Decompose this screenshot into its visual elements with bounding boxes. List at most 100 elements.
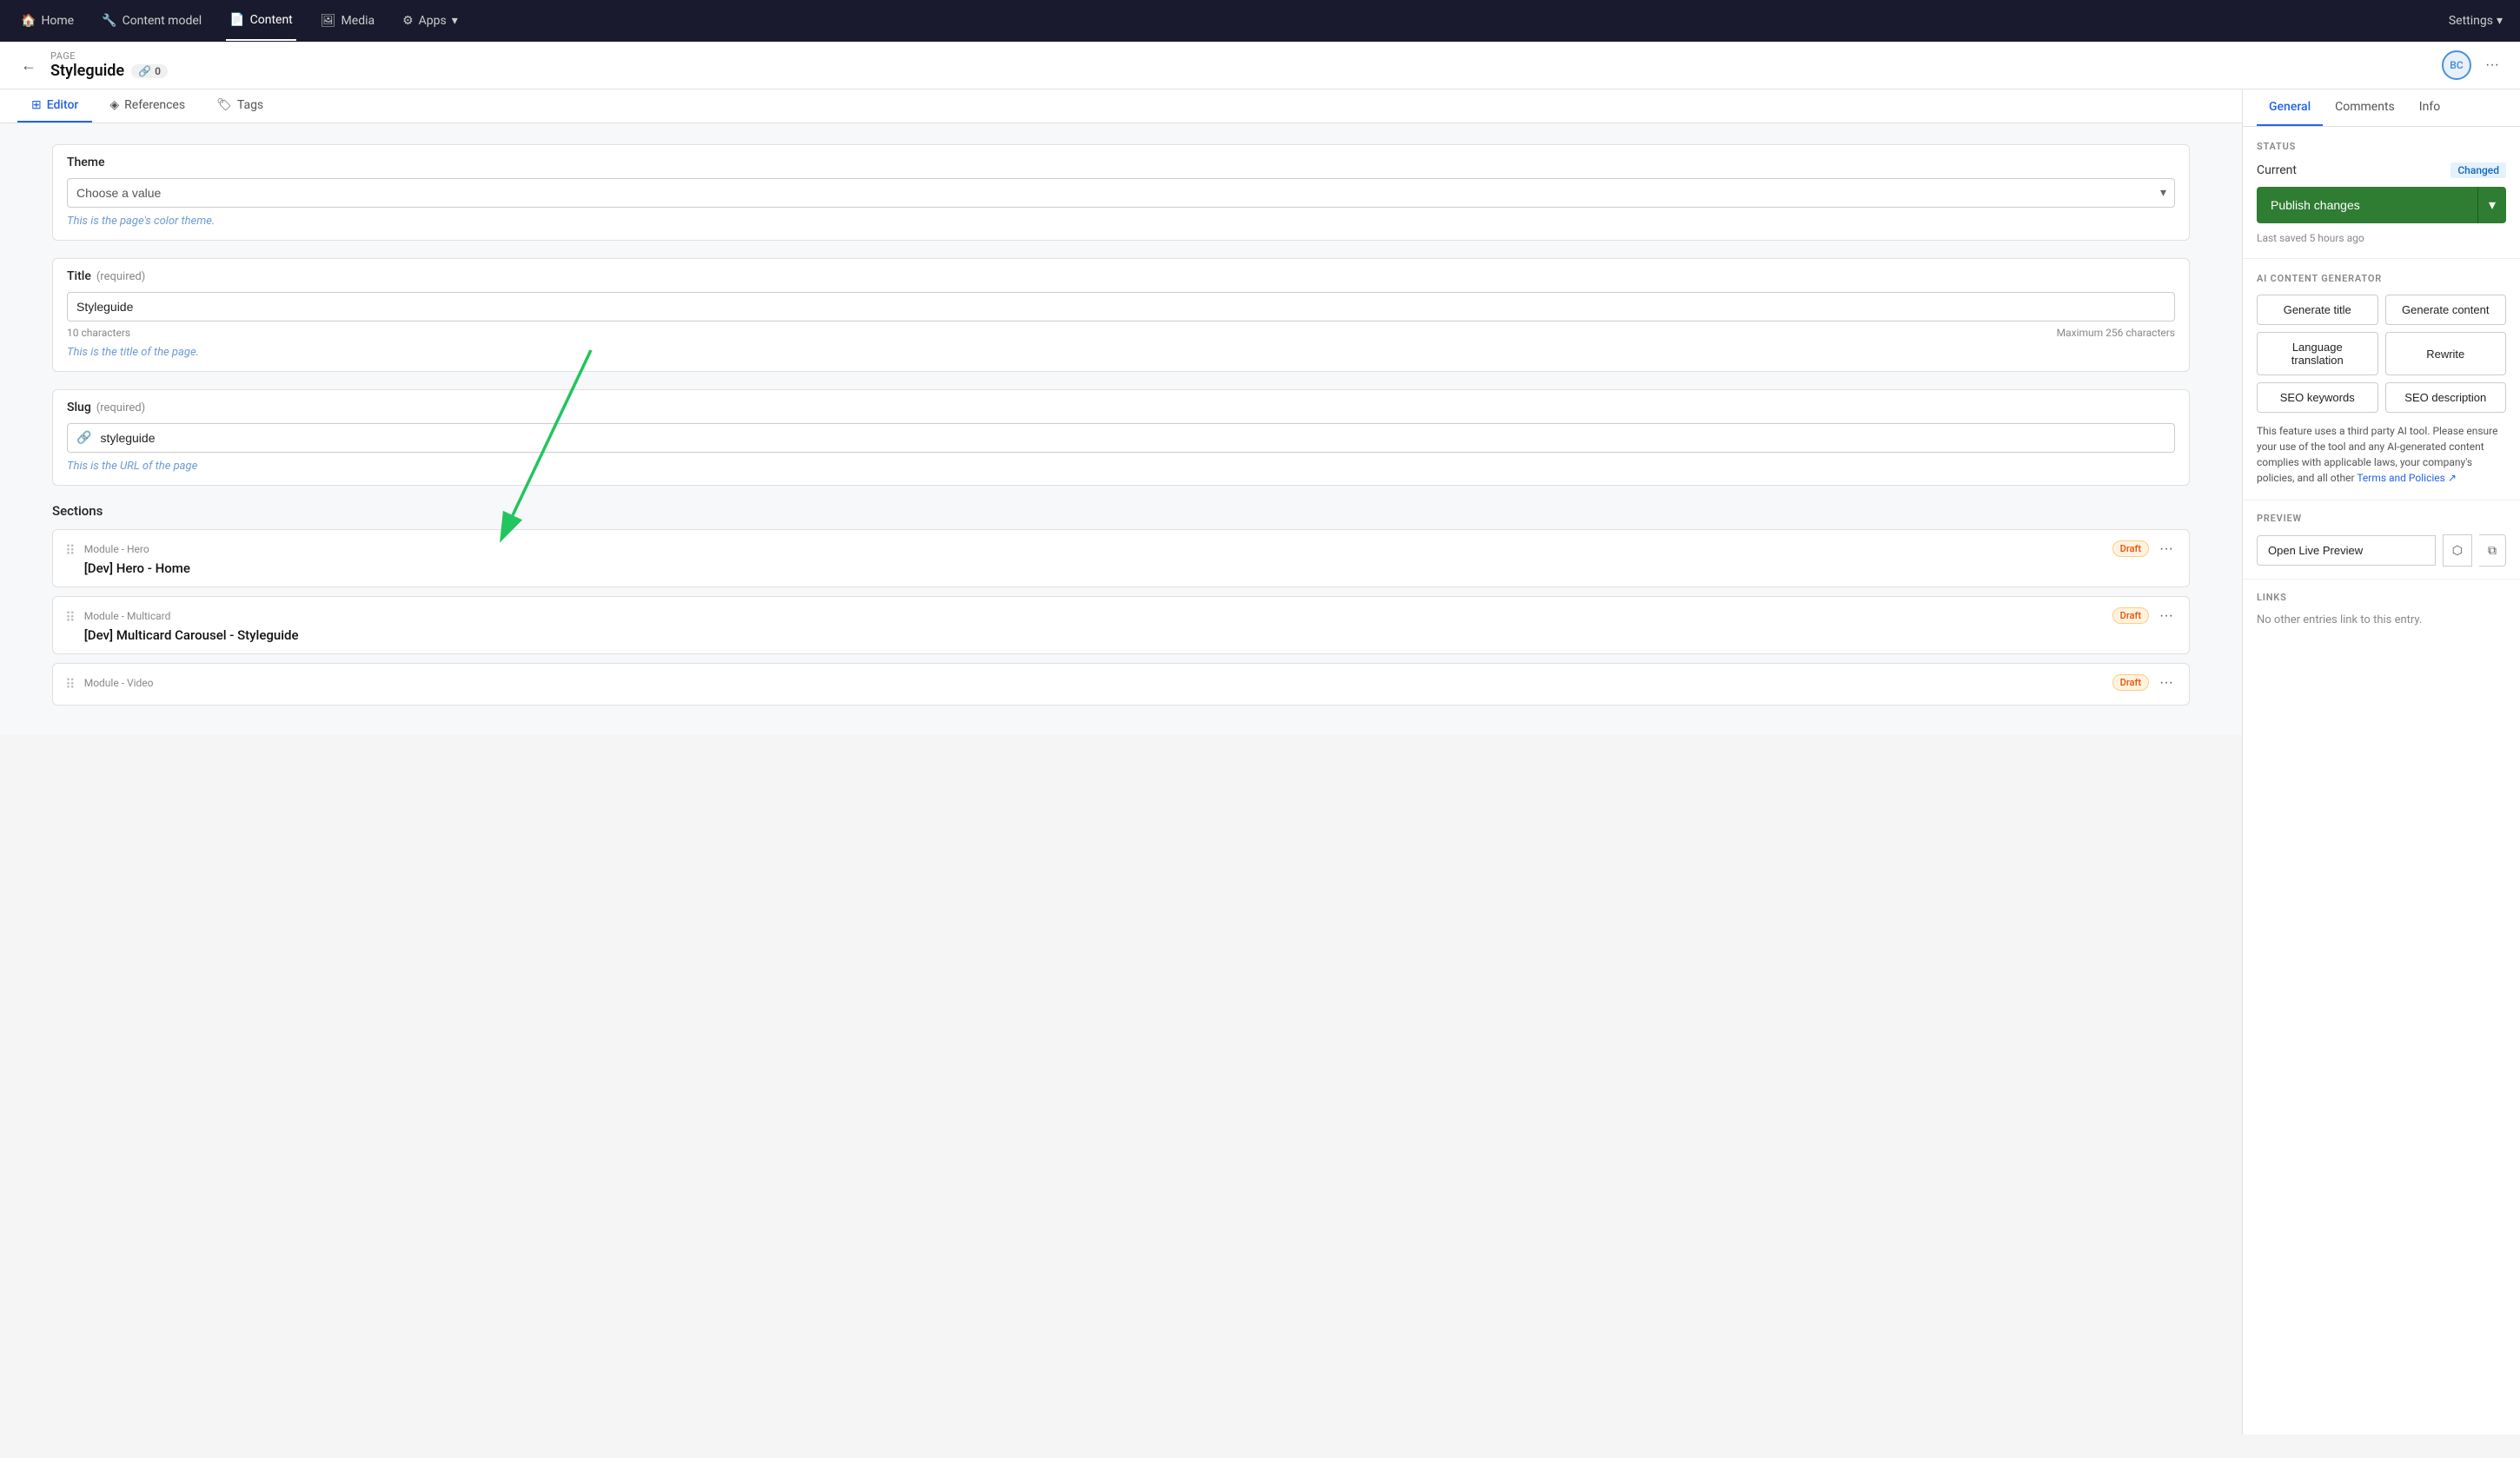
- title-required: (required): [96, 270, 145, 283]
- right-sidebar: General Comments Info STATUS Current Cha…: [2242, 89, 2520, 1435]
- generate-content-button[interactable]: Generate content: [2385, 295, 2507, 325]
- section-more-button[interactable]: ···: [2156, 675, 2177, 691]
- draft-badge: Draft: [2112, 607, 2149, 624]
- links-section-title: LINKS: [2257, 592, 2506, 603]
- nav-media[interactable]: 🖼 Media: [317, 2, 378, 40]
- rewrite-button[interactable]: Rewrite: [2385, 332, 2507, 375]
- generate-title-button[interactable]: Generate title: [2257, 295, 2378, 325]
- slug-input[interactable]: [100, 424, 2174, 452]
- theme-field: Theme Choose a value This is the page's …: [52, 144, 2190, 241]
- publish-btn-wrapper: Publish changes ▾: [2257, 187, 2506, 223]
- tab-bar: ⊞ Editor ◈ References 🏷 Tags: [0, 89, 2242, 123]
- ai-section-title: AI CONTENT GENERATOR: [2257, 273, 2506, 284]
- terms-policies-link[interactable]: Terms and Policies ↗: [2357, 472, 2457, 484]
- section-type: Module - Multicard: [84, 610, 171, 622]
- last-saved-text: Last saved 5 hours ago: [2257, 232, 2506, 244]
- section-item: ⠿ Module - Hero Draft ··· [Dev] Hero - H…: [52, 529, 2190, 587]
- settings-chevron-icon: ▾: [2497, 14, 2503, 28]
- section-actions: Draft ···: [2112, 607, 2177, 624]
- ai-section: AI CONTENT GENERATOR Generate title Gene…: [2243, 259, 2520, 500]
- preview-row: Open Live Preview ⬡ ⧉: [2257, 534, 2506, 567]
- tab-references[interactable]: ◈ References: [96, 89, 199, 123]
- language-translation-button[interactable]: Language translation: [2257, 332, 2378, 375]
- apps-icon: ⚙: [402, 14, 414, 28]
- right-tab-general[interactable]: General: [2257, 89, 2323, 126]
- editor-content: Theme Choose a value This is the page's …: [0, 123, 2242, 735]
- tab-tags[interactable]: 🏷 Tags: [202, 89, 277, 123]
- sub-header: ← Page Styleguide 🔗 0 BC ···: [0, 42, 2520, 89]
- content-icon: 📄: [229, 13, 244, 27]
- links-section: LINKS No other entries link to this entr…: [2243, 580, 2520, 639]
- title-field: Title (required) 10 characters Maximum 2…: [52, 258, 2190, 372]
- external-link-icon: ↗: [2448, 472, 2457, 484]
- sections-container: Sections ⠿ Module - Hero Draft ··· [Dev]…: [52, 503, 2190, 706]
- page-title: Styleguide 🔗 0: [50, 62, 2431, 80]
- page-type-label: Page: [50, 50, 2431, 62]
- publish-button[interactable]: Publish changes: [2257, 187, 2477, 223]
- title-input[interactable]: [67, 292, 2175, 321]
- open-live-preview-button[interactable]: Open Live Preview: [2257, 535, 2436, 566]
- nav-home[interactable]: 🏠 Home: [17, 2, 77, 40]
- section-name: [Dev] Multicard Carousel - Styleguide: [84, 627, 2177, 643]
- slug-field: Slug (required) 🔗 This is the URL of the…: [52, 389, 2190, 486]
- title-hint: This is the title of the page.: [67, 346, 2175, 359]
- link-icon: 🔗: [138, 65, 151, 77]
- drag-handle-icon[interactable]: ⠿: [65, 674, 76, 693]
- preview-copy-button[interactable]: ⧉: [2479, 534, 2506, 567]
- breadcrumb: Page Styleguide 🔗 0: [50, 50, 2431, 80]
- section-type: Module - Video: [84, 677, 154, 689]
- slug-icon: 🔗: [68, 424, 100, 452]
- nav-content-model[interactable]: 🔧 Content model: [98, 2, 205, 40]
- theme-hint: This is the page's color theme.: [67, 215, 2175, 228]
- copy-icon: ⧉: [2488, 543, 2497, 557]
- tab-editor[interactable]: ⊞ Editor: [17, 89, 92, 123]
- theme-select[interactable]: Choose a value: [67, 178, 2175, 208]
- section-name: [Dev] Hero - Home: [84, 560, 2177, 576]
- preview-external-button[interactable]: ⬡: [2443, 534, 2472, 567]
- changed-badge: Changed: [2450, 162, 2506, 178]
- tags-icon: 🏷: [216, 98, 232, 112]
- avatar: BC: [2442, 50, 2471, 80]
- slug-label: Slug: [67, 401, 91, 414]
- seo-description-button[interactable]: SEO description: [2385, 382, 2507, 413]
- section-actions: Draft ···: [2112, 674, 2177, 691]
- section-actions: Draft ···: [2112, 540, 2177, 557]
- section-content: Module - Hero Draft ··· [Dev] Hero - Hom…: [84, 540, 2177, 576]
- main-layout: ⊞ Editor ◈ References 🏷 Tags Theme: [0, 89, 2520, 1435]
- section-item: ⠿ Module - Video Draft ···: [52, 663, 2190, 706]
- seo-keywords-button[interactable]: SEO keywords: [2257, 382, 2378, 413]
- status-section-title: STATUS: [2257, 141, 2506, 152]
- right-tab-comments[interactable]: Comments: [2323, 89, 2407, 126]
- home-icon: 🏠: [21, 14, 36, 28]
- preview-section-title: PREVIEW: [2257, 513, 2506, 524]
- external-icon: ⬡: [2452, 543, 2463, 557]
- settings-link[interactable]: Settings ▾: [2449, 14, 2503, 28]
- slug-hint: This is the URL of the page: [67, 460, 2175, 473]
- ai-disclaimer: This feature uses a third party AI tool.…: [2257, 423, 2506, 486]
- sections-label: Sections: [52, 503, 2190, 519]
- content-model-icon: 🔧: [102, 14, 116, 28]
- nav-apps[interactable]: ⚙ Apps ▾: [399, 2, 461, 40]
- slug-required: (required): [96, 401, 145, 414]
- current-status-label: Current: [2257, 163, 2297, 177]
- more-options-button[interactable]: ···: [2482, 57, 2503, 73]
- drag-handle-icon[interactable]: ⠿: [65, 607, 76, 626]
- nav-content[interactable]: 📄 Content: [226, 1, 296, 41]
- draft-badge: Draft: [2112, 540, 2149, 557]
- slug-input-wrapper: 🔗: [67, 423, 2175, 453]
- char-count: 10 characters: [67, 327, 130, 339]
- drag-handle-icon[interactable]: ⠿: [65, 540, 76, 559]
- apps-chevron-icon: ▾: [452, 14, 458, 28]
- media-icon: 🖼: [321, 14, 336, 28]
- publish-dropdown-button[interactable]: ▾: [2477, 187, 2506, 223]
- section-item: ⠿ Module - Multicard Draft ··· [Dev] Mul…: [52, 596, 2190, 654]
- section-type: Module - Hero: [84, 543, 149, 555]
- section-more-button[interactable]: ···: [2156, 541, 2177, 557]
- max-char-count: Maximum 256 characters: [2057, 327, 2175, 339]
- section-more-button[interactable]: ···: [2156, 608, 2177, 624]
- theme-label: Theme: [67, 156, 105, 169]
- section-content: Module - Video Draft ···: [84, 674, 2177, 694]
- right-tab-info[interactable]: Info: [2407, 89, 2452, 126]
- status-section: STATUS Current Changed Publish changes ▾…: [2243, 127, 2520, 259]
- back-button[interactable]: ←: [17, 53, 40, 78]
